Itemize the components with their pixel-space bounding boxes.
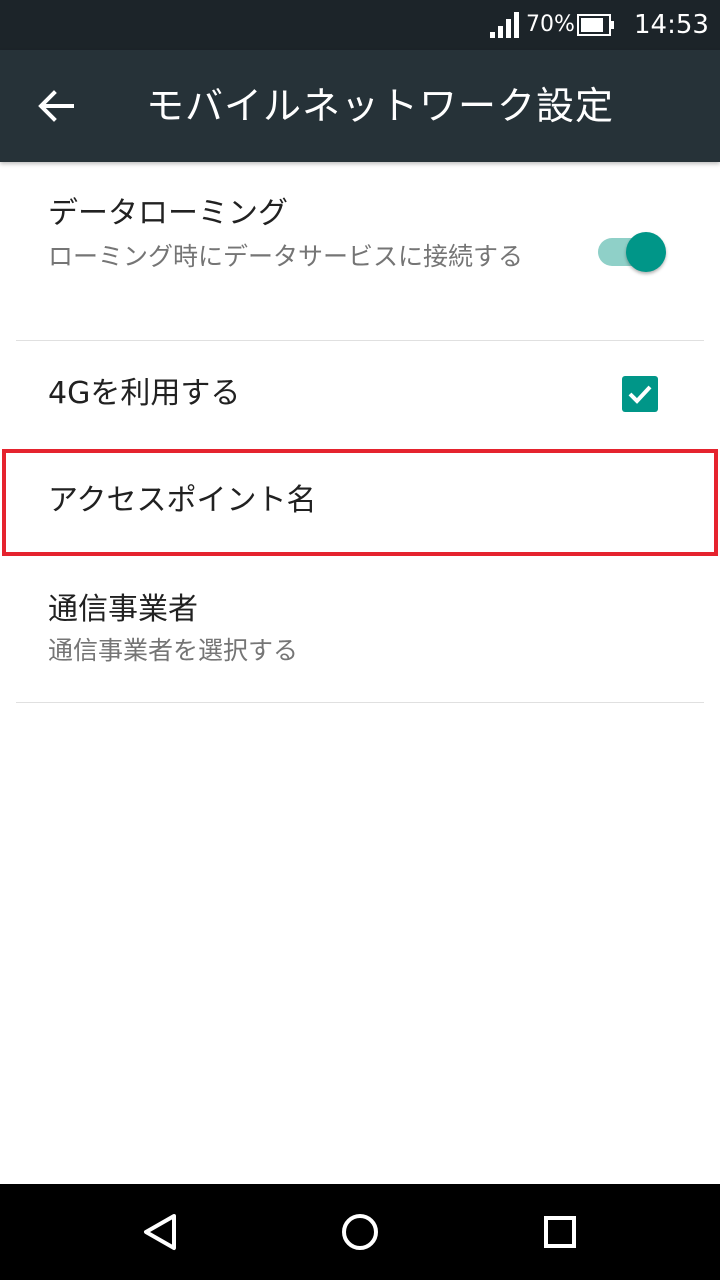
highlight-box bbox=[2, 449, 718, 556]
pref-summary: ローミング時にデータサービスに接続する bbox=[48, 242, 524, 271]
battery-percent: 70% bbox=[526, 12, 575, 37]
pref-title: データローミング bbox=[48, 196, 288, 231]
pref-summary: 通信事業者を選択する bbox=[48, 636, 299, 665]
check-icon bbox=[628, 385, 652, 404]
battery-icon bbox=[577, 14, 614, 36]
data-roaming-switch[interactable] bbox=[590, 232, 670, 272]
recents-square-icon[interactable] bbox=[532, 1204, 588, 1260]
divider bbox=[16, 702, 704, 703]
pref-title: 通信事業者 bbox=[48, 592, 198, 627]
arrow-left-icon[interactable] bbox=[28, 80, 84, 132]
signal-icon bbox=[490, 12, 519, 38]
navigation-bar bbox=[0, 1184, 720, 1280]
pref-carrier[interactable]: 通信事業者 通信事業者を選択する bbox=[0, 558, 720, 702]
page-title: モバイルネットワーク設定 bbox=[146, 84, 615, 128]
status-bar: 70% 14:53 bbox=[0, 0, 720, 50]
pref-use-4g[interactable]: 4Gを利用する bbox=[0, 341, 720, 448]
use-4g-checkbox[interactable] bbox=[622, 376, 658, 412]
pref-title: 4Gを利用する bbox=[48, 376, 241, 411]
back-triangle-icon[interactable] bbox=[132, 1204, 188, 1260]
home-circle-icon[interactable] bbox=[332, 1204, 388, 1260]
clock: 14:53 bbox=[634, 10, 709, 40]
switch-thumb bbox=[626, 232, 666, 272]
app-bar: モバイルネットワーク設定 bbox=[0, 50, 720, 162]
